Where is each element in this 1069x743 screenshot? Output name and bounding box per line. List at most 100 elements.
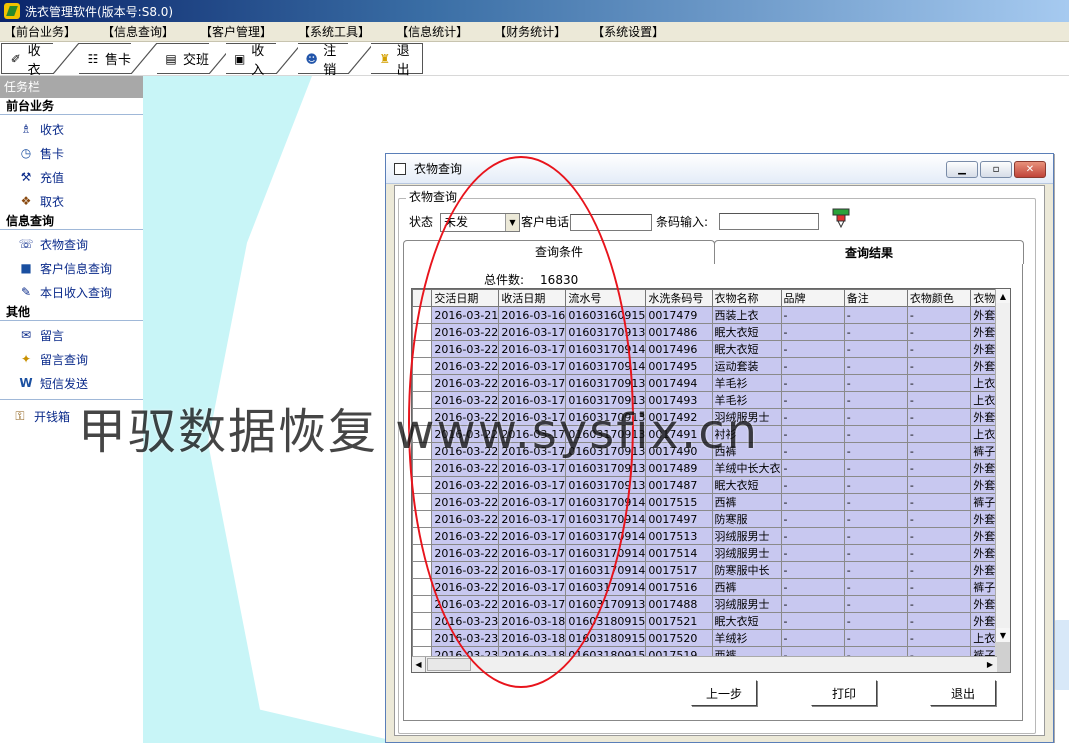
maximize-button[interactable]: ▫: [980, 161, 1012, 178]
table-row[interactable]: 2016-03-22 2016-03-17 01603170914 0017515 西裤…: [412, 493, 1010, 511]
row-selector[interactable]: [412, 442, 433, 460]
table-row[interactable]: 2016-03-22 2016-03-17 01603170914 0017495 运动…: [412, 357, 1010, 375]
sidebar-item-receive[interactable]: ♗ 收衣: [0, 117, 143, 141]
sidebar-item-daily-income[interactable]: ✎ 本日收入查询: [0, 280, 143, 304]
exit-button[interactable]: 退出: [930, 680, 996, 706]
table-row[interactable]: 2016-03-22 2016-03-17 01603170913 0017487 眠大…: [412, 476, 1010, 494]
table-row[interactable]: 2016-03-22 2016-03-17 01603170914 0017517 防寒…: [412, 561, 1010, 579]
row-selector[interactable]: [412, 340, 433, 358]
scroll-down-icon[interactable]: ▼: [996, 628, 1010, 642]
toolbar-shift-button[interactable]: ▤ 交班: [157, 43, 209, 74]
table-row[interactable]: 2016-03-22 2016-03-17 01603170914 0017514 羽绒…: [412, 544, 1010, 562]
toolbar-sell-card-button[interactable]: ☷ 售卡: [79, 43, 131, 74]
sidebar-item-sell-card[interactable]: ◷ 售卡: [0, 141, 143, 165]
barcode-input[interactable]: [719, 213, 819, 230]
table-cell: 0017488: [645, 595, 713, 613]
sidebar-item-message-query[interactable]: ✦ 留言查询: [0, 347, 143, 371]
table-row[interactable]: 2016-03-22 2016-03-17 01603170913 0017490 西裤…: [412, 442, 1010, 460]
row-selector[interactable]: [412, 612, 433, 630]
horizontal-scrollbar[interactable]: ◀ ▶: [412, 656, 997, 672]
column-header[interactable]: 备注: [843, 289, 908, 307]
row-selector[interactable]: [412, 510, 433, 528]
row-selector[interactable]: [412, 561, 433, 579]
table-row[interactable]: 2016-03-22 2016-03-17 01603170913 0017492 羽绒…: [412, 408, 1010, 426]
menu-customer-manage[interactable]: 【客户管理】: [200, 23, 272, 40]
table-row[interactable]: 2016-03-22 2016-03-17 01603170913 0017493 羊毛…: [412, 391, 1010, 409]
scroll-up-icon[interactable]: ▲: [996, 289, 1010, 303]
row-selector[interactable]: [412, 493, 433, 511]
scroll-thumb[interactable]: [427, 658, 471, 671]
scroll-right-icon[interactable]: ▶: [983, 657, 997, 672]
row-selector[interactable]: [412, 323, 433, 341]
menu-system-settings[interactable]: 【系统设置】: [592, 23, 664, 40]
row-selector[interactable]: [412, 357, 433, 375]
row-selector[interactable]: [412, 391, 433, 409]
column-header[interactable]: 水洗条码号: [645, 289, 713, 307]
menu-info-stats[interactable]: 【信息统计】: [396, 23, 468, 40]
table-cell: 2016-03-22: [431, 578, 500, 596]
row-selector[interactable]: [412, 527, 433, 545]
table-row[interactable]: 2016-03-22 2016-03-17 01603170913 0017491 衬衫…: [412, 425, 1010, 443]
barcode-scan-icon[interactable]: [832, 208, 850, 228]
row-selector[interactable]: [412, 374, 433, 392]
column-header[interactable]: 衣物名称: [711, 289, 782, 307]
sidebar-item-pickup[interactable]: ❖ 取衣: [0, 189, 143, 213]
table-cell: 羊绒中长大衣: [711, 459, 782, 477]
table-row[interactable]: 2016-03-23 2016-03-18 01603180915 0017521 眠大…: [412, 612, 1010, 630]
table-row[interactable]: 2016-03-22 2016-03-17 01603170914 0017497 防寒…: [412, 510, 1010, 528]
table-row[interactable]: 2016-03-22 2016-03-17 01603170914 0017513 羽绒…: [412, 527, 1010, 545]
toolbar-income-button[interactable]: ▣ 收入: [226, 43, 276, 78]
prev-step-button[interactable]: 上一步: [691, 680, 757, 706]
scroll-left-icon[interactable]: ◀: [412, 657, 426, 672]
menu-system-tools[interactable]: 【系统工具】: [298, 23, 370, 40]
table-row[interactable]: 2016-03-22 2016-03-17 01603170913 0017486 眠大…: [412, 323, 1010, 341]
sidebar-item-clothes-query[interactable]: ☏ 衣物查询: [0, 232, 143, 256]
sidebar-item-sms[interactable]: W 短信发送: [0, 371, 143, 395]
row-selector[interactable]: [412, 306, 433, 324]
tab-query-conditions[interactable]: 查询条件: [403, 240, 715, 262]
row-selector[interactable]: [412, 595, 433, 613]
toolbar-exit-button[interactable]: ♜ 退出: [371, 43, 423, 78]
row-selector[interactable]: [412, 629, 433, 647]
print-button[interactable]: 打印: [811, 680, 877, 706]
column-header[interactable]: 衣物颜色: [906, 289, 972, 307]
menu-info-query[interactable]: 【信息查询】: [102, 23, 174, 40]
menu-front-business[interactable]: 【前台业务】: [4, 23, 76, 40]
results-grid[interactable]: 交活日期 收活日期 流水号 水洗条码号 衣物名称 品牌 备注 衣物颜色 衣物 2016-03-2…: [411, 288, 1011, 673]
minimize-button[interactable]: ▁: [946, 161, 978, 178]
row-selector[interactable]: [412, 476, 433, 494]
column-header[interactable]: 品牌: [780, 289, 845, 307]
toolbar-receive-button[interactable]: ✐ 收衣: [1, 43, 53, 78]
column-header[interactable]: 收活日期: [498, 289, 567, 307]
row-selector[interactable]: [412, 578, 433, 596]
chevron-down-icon[interactable]: ▼: [505, 214, 519, 231]
table-row[interactable]: 2016-03-22 2016-03-17 01603170914 0017516 西裤…: [412, 578, 1010, 596]
tab-query-results[interactable]: 查询结果: [714, 240, 1024, 264]
table-cell: 01603180915: [565, 629, 647, 647]
sidebar-item-cash-drawer[interactable]: ⚿ 开钱箱: [0, 404, 143, 428]
sidebar-item-recharge[interactable]: ⚒ 充值: [0, 165, 143, 189]
table-row[interactable]: 2016-03-23 2016-03-18 01603180915 0017520 羊绒…: [412, 629, 1010, 647]
menu-finance-stats[interactable]: 【财务统计】: [494, 23, 566, 40]
column-header[interactable]: 流水号: [565, 289, 647, 307]
vertical-scrollbar[interactable]: ▲ ▼: [995, 289, 1010, 642]
exit-icon: ♜: [379, 51, 391, 66]
status-select[interactable]: 未发 ▼: [440, 213, 520, 232]
table-row[interactable]: 2016-03-22 2016-03-17 01603170913 0017489 羊绒…: [412, 459, 1010, 477]
toolbar-logout-button[interactable]: ☻ 注销: [298, 43, 348, 78]
sidebar-item-customer-query[interactable]: ■ 客户信息查询: [0, 256, 143, 280]
table-cell: 2016-03-22: [431, 459, 500, 477]
row-selector[interactable]: [412, 425, 433, 443]
table-row[interactable]: 2016-03-22 2016-03-17 01603170913 0017494 羊毛…: [412, 374, 1010, 392]
column-header[interactable]: 交活日期: [431, 289, 500, 307]
row-selector[interactable]: [412, 408, 433, 426]
row-selector[interactable]: [412, 544, 433, 562]
table-row[interactable]: 2016-03-22 2016-03-17 01603170914 0017496 眠大…: [412, 340, 1010, 358]
table-row[interactable]: 2016-03-21 2016-03-16 01603160915 0017479 西装…: [412, 306, 1010, 324]
phone-input[interactable]: [570, 214, 652, 231]
table-row[interactable]: 2016-03-22 2016-03-17 01603170913 0017488 羽绒…: [412, 595, 1010, 613]
row-selector[interactable]: [412, 459, 433, 477]
close-button[interactable]: ✕: [1014, 161, 1046, 178]
sidebar-item-message[interactable]: ✉ 留言: [0, 323, 143, 347]
table-cell: -: [843, 357, 908, 375]
